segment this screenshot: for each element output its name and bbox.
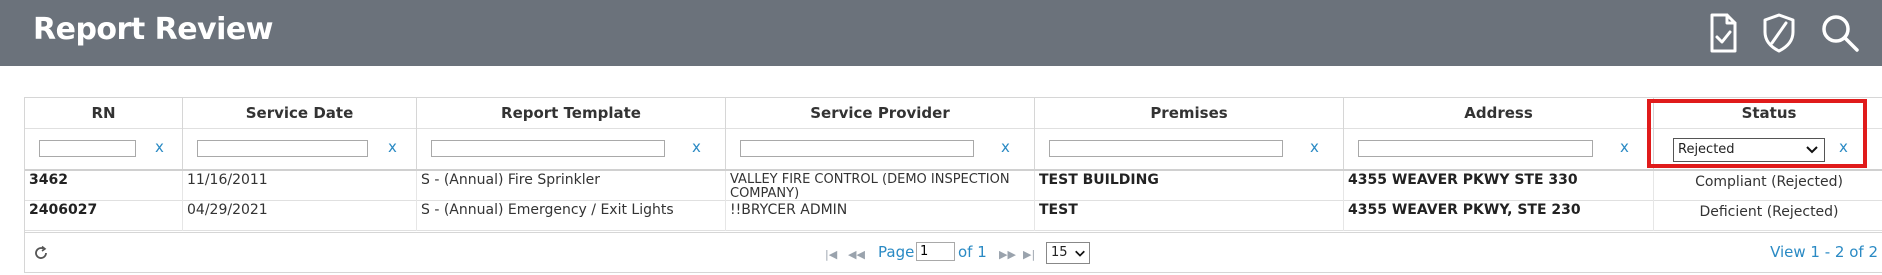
report-template-filter-input[interactable]	[431, 140, 665, 157]
col-header-service-provider[interactable]: Service Provider	[726, 98, 1035, 128]
cell-status: Deficient (Rejected)	[1699, 204, 1839, 220]
top-bar: Report Review	[0, 0, 1882, 66]
filter-row: x x x x x x Rejected x	[25, 128, 1882, 171]
filter-cell-service-provider: x	[726, 128, 1035, 169]
col-header-report-template[interactable]: Report Template	[417, 98, 726, 128]
cell-status: Compliant (Rejected)	[1695, 174, 1843, 190]
premises-filter-clear[interactable]: x	[1310, 138, 1319, 156]
col-header-address[interactable]: Address	[1344, 98, 1654, 128]
filter-cell-status: Rejected x	[1654, 128, 1882, 169]
address-filter-clear[interactable]: x	[1620, 138, 1629, 156]
page-size-value: 15	[1051, 245, 1068, 260]
page-size-select[interactable]: 15	[1046, 242, 1090, 264]
cell-service-date: 11/16/2011	[183, 171, 417, 201]
rn-filter-input[interactable]	[39, 140, 136, 157]
cell-address: 4355 WEAVER PKWY, STE 230	[1344, 201, 1654, 231]
col-header-status[interactable]: Status	[1654, 98, 1882, 128]
status-filter-select[interactable]: Rejected	[1673, 138, 1825, 162]
status-filter-clear[interactable]: x	[1839, 138, 1848, 156]
service-date-filter-clear[interactable]: x	[388, 138, 397, 156]
cell-address: 4355 WEAVER PKWY STE 330	[1344, 171, 1654, 201]
filter-cell-premises: x	[1035, 128, 1344, 169]
page-count: of 1	[958, 243, 987, 261]
filter-cell-rn: x	[25, 128, 183, 169]
cell-premises: TEST	[1035, 201, 1344, 231]
refresh-icon[interactable]	[33, 245, 49, 261]
col-header-service-date[interactable]: Service Date	[183, 98, 417, 128]
last-page-icon[interactable]: ▶|	[1023, 248, 1035, 261]
first-page-icon[interactable]: |◀	[825, 248, 837, 261]
page-title: Report Review	[33, 12, 273, 47]
status-filter-value: Rejected	[1678, 142, 1735, 157]
page-label: Page	[878, 243, 915, 261]
prev-page-icon[interactable]: ◀◀	[848, 248, 865, 261]
service-provider-filter-clear[interactable]: x	[1001, 138, 1010, 156]
filter-cell-address: x	[1344, 128, 1654, 169]
table-row[interactable]: 2406027 04/29/2021 S - (Annual) Emergenc…	[25, 201, 1882, 231]
cell-service-provider: !!BRYCER ADMIN	[726, 201, 1035, 231]
next-page-icon[interactable]: ▶▶	[999, 248, 1016, 261]
chevron-down-icon	[1806, 146, 1818, 154]
filter-cell-service-date: x	[183, 128, 417, 169]
pager: |◀ ◀◀ Page of 1 ▶▶ ▶| 15 View 1 - 2 of 2	[25, 232, 1882, 273]
address-filter-input[interactable]	[1358, 140, 1593, 157]
search-icon[interactable]	[1817, 10, 1863, 56]
service-provider-filter-input[interactable]	[740, 140, 974, 157]
chevron-down-icon	[1075, 250, 1085, 257]
cell-rn: 3462	[25, 171, 183, 201]
premises-filter-input[interactable]	[1049, 140, 1283, 157]
service-date-filter-input[interactable]	[197, 140, 368, 157]
filter-cell-report-template: x	[417, 128, 726, 169]
cell-report-template: S - (Annual) Fire Sprinkler	[417, 171, 726, 201]
col-header-rn[interactable]: RN	[25, 98, 183, 128]
record-count: View 1 - 2 of 2	[1770, 243, 1878, 261]
cell-premises: TEST BUILDING	[1035, 171, 1344, 201]
report-grid: RN Service Date Report Template Service …	[24, 97, 1882, 273]
col-header-premises[interactable]: Premises	[1035, 98, 1344, 128]
cell-service-provider: VALLEY FIRE CONTROL (DEMO INSPECTION COM…	[726, 171, 1035, 201]
cell-report-template: S - (Annual) Emergency / Exit Lights	[417, 201, 726, 231]
rn-filter-clear[interactable]: x	[155, 138, 164, 156]
shield-icon[interactable]	[1756, 10, 1802, 56]
cell-service-date: 04/29/2021	[183, 201, 417, 231]
table-row[interactable]: 3462 11/16/2011 S - (Annual) Fire Sprink…	[25, 171, 1882, 201]
page-number-input[interactable]	[916, 242, 955, 261]
report-check-icon[interactable]	[1700, 10, 1746, 56]
grid-header: RN Service Date Report Template Service …	[25, 98, 1882, 129]
report-template-filter-clear[interactable]: x	[692, 138, 701, 156]
cell-rn: 2406027	[25, 201, 183, 231]
